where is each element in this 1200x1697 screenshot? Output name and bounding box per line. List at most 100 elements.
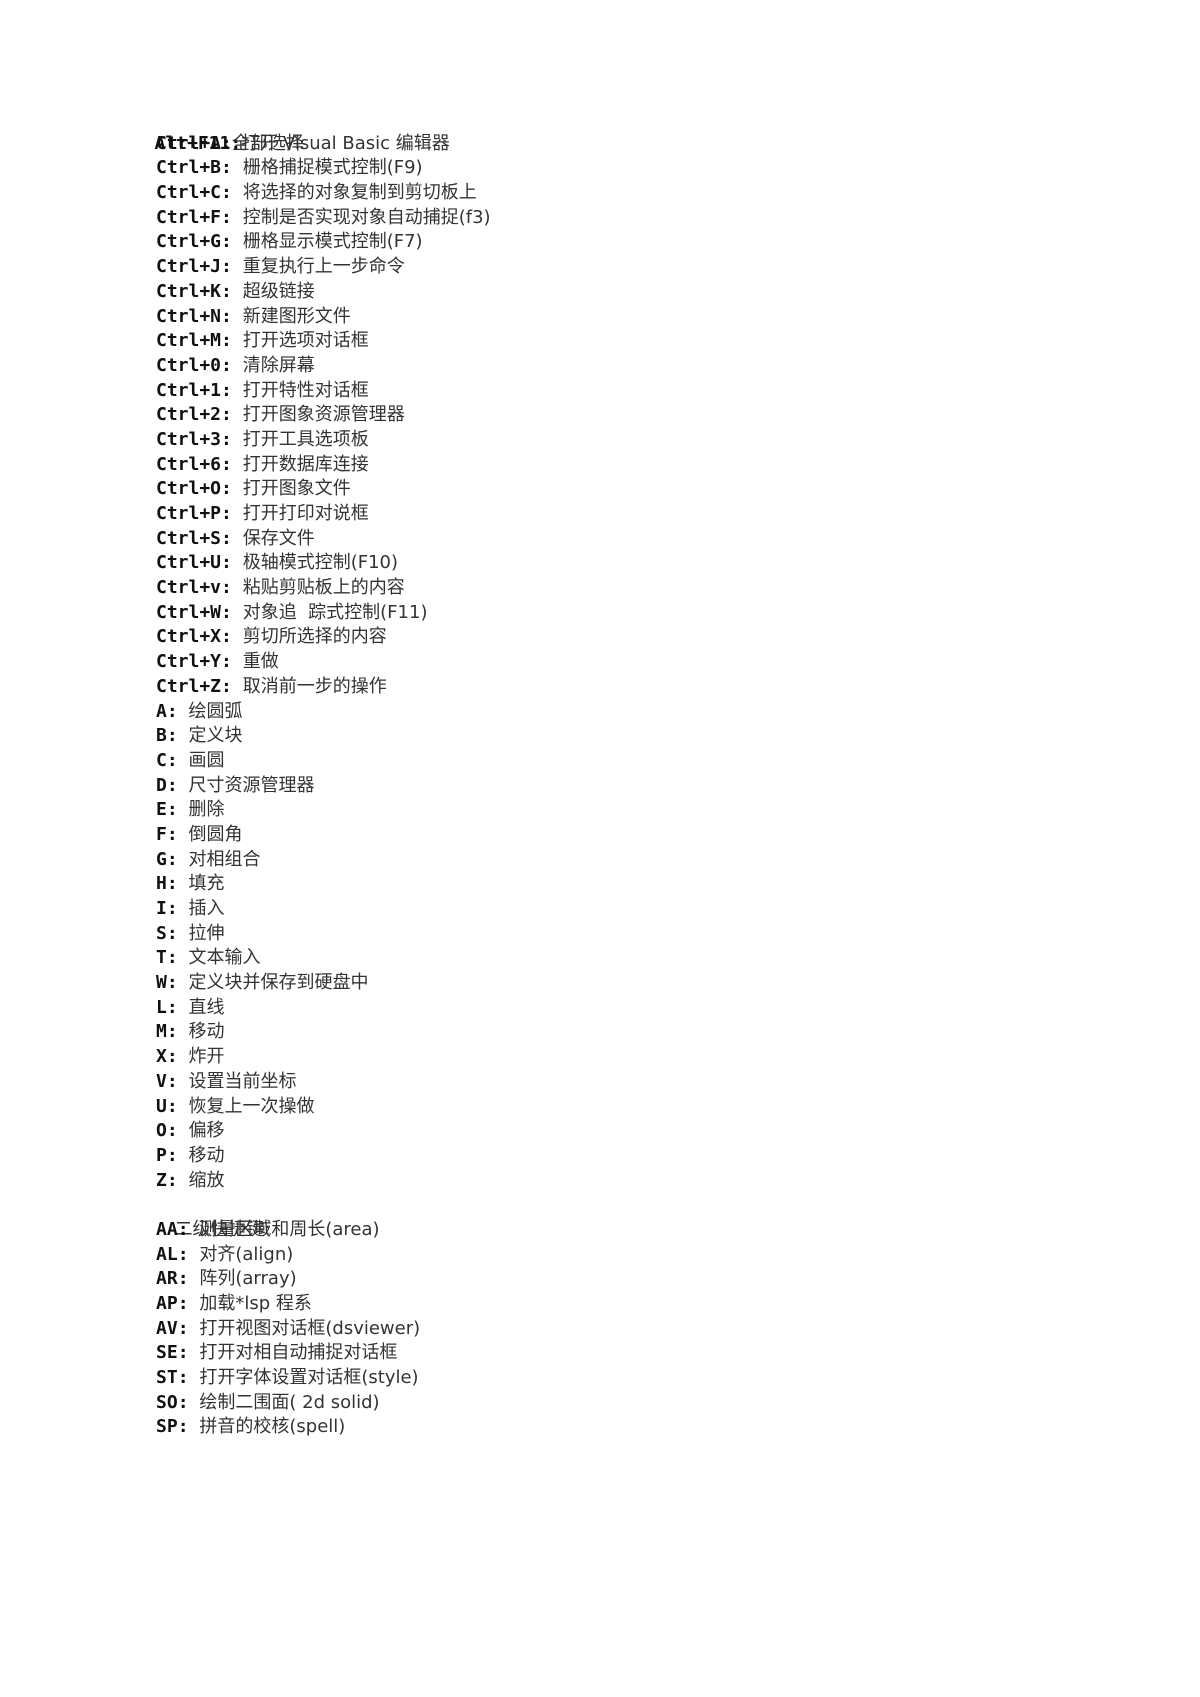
shortcut-key: Ctrl+O — [156, 478, 222, 500]
shortcut-description: 炸开 — [188, 1046, 225, 1068]
shortcut-line: Ctrl+N: 新建图形文件 — [136, 305, 491, 330]
shortcut-separator: : — [221, 527, 243, 549]
shortcut-line: Ctrl+U: 极轴模式控制(F10) — [136, 551, 491, 576]
shortcut-key: Ctrl+Y — [156, 651, 222, 673]
shortcut-line: SO: 绘制二围面( 2d solid) — [136, 1391, 491, 1416]
shortcut-separator: : — [166, 1021, 189, 1043]
shortcut-separator: : — [166, 1120, 189, 1142]
shortcut-line: X: 炸开 — [136, 1045, 491, 1070]
shortcut-separator: : — [177, 1218, 200, 1240]
shortcut-key: Ctrl+P — [156, 503, 222, 524]
shortcut-line: Ctrl+C: 将选择的对象复制到剪切板上 — [136, 181, 491, 206]
shortcut-key: F — [156, 823, 167, 845]
shortcut-document: Alt+F11:打开 Visual Basic 编辑器 Ctrl+A:全部选择 C… — [136, 107, 491, 1440]
shortcut-separator: : — [166, 996, 189, 1018]
shortcut-key: Ctrl+B — [156, 157, 222, 179]
shortcut-key: X — [156, 1046, 167, 1068]
secondary-shortcut-list: AA: 测量区域和周长(area) AL: 对齐(align) AR: 阵列(arr… — [136, 1218, 491, 1440]
shortcut-key: Ctrl+v — [156, 577, 222, 599]
shortcut-line: C: 画圆 — [136, 749, 491, 774]
shortcut-key: H — [156, 873, 167, 895]
shortcut-separator: : — [166, 1095, 189, 1117]
shortcut-line: U: 恢复上一次操做 — [136, 1095, 491, 1120]
shortcut-description: 移动 — [188, 1144, 225, 1166]
shortcut-description: 测量区域和周长(area) — [199, 1218, 380, 1240]
shortcut-description: 对相组合 — [188, 848, 261, 870]
shortcut-description: 剪切所选择的内容 — [242, 626, 387, 648]
shortcut-separator: : — [166, 823, 189, 845]
shortcut-key: Ctrl+0 — [156, 354, 222, 376]
shortcut-key: T — [156, 947, 167, 969]
shortcut-description: 对齐(align) — [199, 1243, 294, 1265]
shortcut-separator: : — [221, 206, 243, 228]
shortcut-description: 控制是否实现对象自动捕捉(f3) — [242, 206, 491, 228]
shortcut-line: Ctrl+O: 打开图象文件 — [136, 477, 491, 502]
shortcut-key: Ctrl+1 — [156, 379, 222, 401]
shortcut-description: 打开工具选项板 — [242, 428, 369, 450]
shortcut-description: 打开数据库连接 — [242, 453, 369, 475]
shortcut-key: Z — [156, 1169, 167, 1191]
shortcut-description: 倒圆角 — [188, 823, 243, 845]
shortcut-key: Ctrl+C — [156, 182, 222, 204]
shortcut-line: AV: 打开视图对话框(dsviewer) — [136, 1317, 491, 1342]
shortcut-separator: : — [166, 947, 189, 969]
shortcut-line: B: 定义块 — [136, 724, 491, 749]
shortcut-description: 重复执行上一步命令 — [242, 256, 405, 278]
shortcut-key: SP — [156, 1416, 178, 1438]
shortcut-line: Ctrl+W: 对象追 踪式控制(F11) — [136, 601, 491, 626]
shortcut-key: P — [156, 1144, 167, 1166]
shortcut-description: 缩放 — [188, 1169, 225, 1191]
shortcut-description: 拉伸 — [188, 922, 225, 944]
shortcut-line: M: 移动 — [136, 1020, 491, 1045]
shortcut-separator: : — [177, 1342, 200, 1364]
shortcut-key: S — [156, 922, 167, 944]
shortcut-separator: : — [177, 1391, 200, 1413]
shortcut-description: 插入 — [188, 898, 225, 919]
shortcut-line: Ctrl+G: 栅格显示模式控制(F7) — [136, 230, 491, 255]
shortcut-description: 绘制二围面( 2d solid) — [199, 1391, 380, 1413]
shortcut-description: 直线 — [188, 996, 225, 1018]
shortcut-line: AR: 阵列(array) — [136, 1267, 491, 1292]
shortcut-line: I: 插入 — [136, 897, 491, 922]
shortcut-separator: : — [221, 330, 243, 352]
shortcut-description: 定义块并保存到硬盘中 — [188, 972, 369, 994]
shortcut-separator: : — [166, 774, 189, 796]
shortcut-key: C — [156, 749, 167, 771]
shortcut-line: ST: 打开字体设置对话框(style) — [136, 1366, 491, 1391]
shortcut-separator: : — [166, 799, 189, 821]
shortcut-description: 绘圆弧 — [188, 700, 243, 722]
shortcut-line: SP: 拼音的校核(spell) — [136, 1415, 491, 1440]
shortcut-description: 打开对相自动捕捉对话框 — [199, 1342, 398, 1364]
shortcut-line: V: 设置当前坐标 — [136, 1070, 491, 1095]
shortcut-description: 栅格显示模式控制(F7) — [242, 231, 423, 253]
shortcut-separator: : — [221, 231, 243, 253]
shortcut-key: ST — [156, 1367, 178, 1389]
shortcut-separator: : — [221, 503, 243, 524]
shortcut-key: W — [156, 972, 167, 994]
shortcut-separator: : — [221, 601, 243, 623]
shortcut-description: 极轴模式控制(F10) — [242, 552, 399, 574]
shortcut-separator: : — [166, 1046, 189, 1068]
shortcut-separator: : — [221, 552, 243, 574]
shortcut-separator: : — [166, 749, 189, 771]
shortcut-key: AR — [156, 1268, 178, 1290]
shortcut-description: 尺寸资源管理器 — [188, 774, 315, 796]
shortcut-separator: : — [221, 651, 243, 673]
shortcut-line: Ctrl+M: 打开选项对话框 — [136, 329, 491, 354]
shortcut-line: P: 移动 — [136, 1144, 491, 1169]
shortcut-separator: : — [221, 157, 243, 179]
shortcut-description: 打开字体设置对话框(style) — [199, 1367, 419, 1389]
header-line: Alt+F11:打开 Visual Basic 编辑器 — [136, 107, 491, 154]
shortcut-description: 拼音的校核(spell) — [199, 1416, 346, 1438]
shortcut-line: Ctrl+2: 打开图象资源管理器 — [136, 403, 491, 428]
shortcut-key: A — [156, 700, 167, 722]
shortcut-description: 恢复上一次操做 — [188, 1095, 315, 1117]
shortcut-line: Ctrl+Y: 重做 — [136, 650, 491, 675]
shortcut-description: 对象追 踪式控制(F11) — [242, 601, 428, 623]
shortcut-separator: : — [177, 1268, 200, 1290]
shortcut-separator: : — [221, 404, 243, 426]
shortcut-description: 打开图象文件 — [242, 478, 351, 500]
shortcut-key: G — [156, 848, 167, 870]
shortcut-line: Ctrl+3: 打开工具选项板 — [136, 428, 491, 453]
shortcut-description: 超级链接 — [242, 280, 315, 302]
